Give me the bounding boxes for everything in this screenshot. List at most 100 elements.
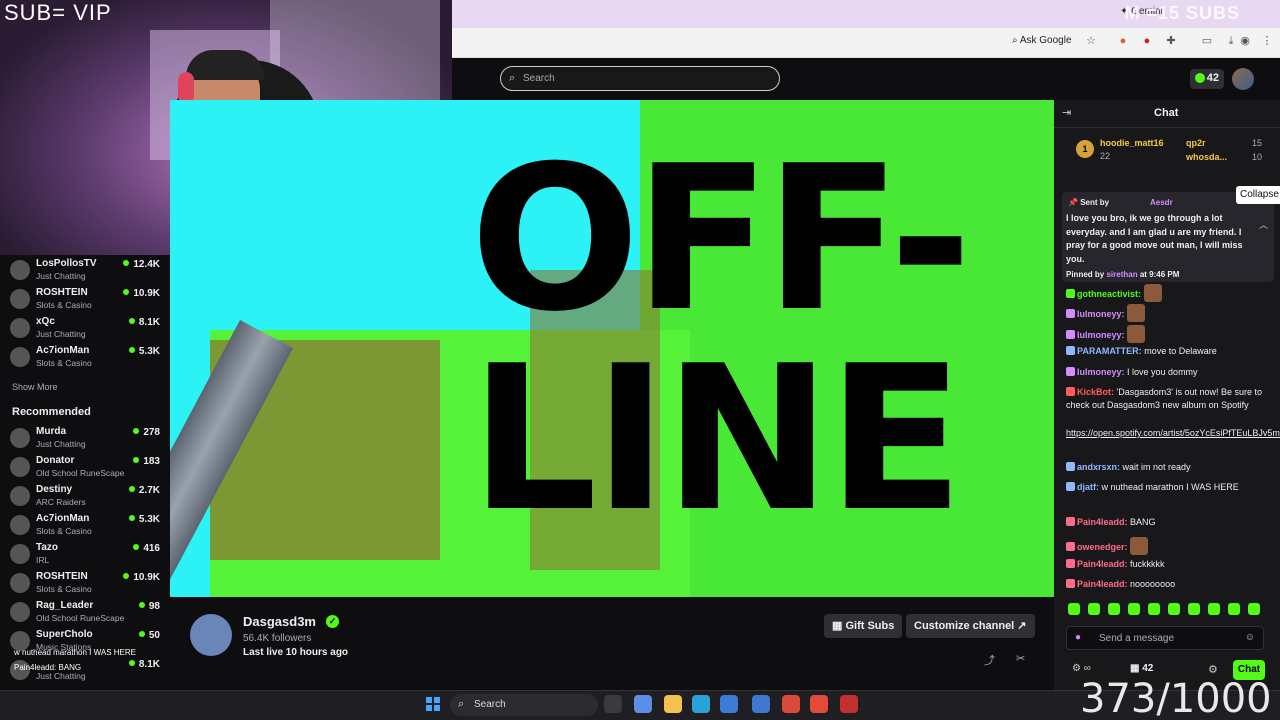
share-icon[interactable]: ⤴	[984, 652, 995, 668]
opera-icon[interactable]: ●	[1140, 34, 1154, 48]
emote-icon[interactable]	[1108, 603, 1120, 615]
sidebar-viewer-count: 12.4K	[123, 259, 160, 270]
points-icon	[1195, 73, 1205, 83]
cast-icon[interactable]: ▭	[1200, 34, 1214, 48]
gift-subs-button[interactable]: ▦ Gift Subs	[824, 614, 903, 638]
pinned-by-label: Pinned by	[1066, 270, 1105, 279]
offline-text: OFF- LINE	[470, 140, 1030, 540]
user-avatar[interactable]	[1232, 68, 1254, 90]
sidebar-channel[interactable]: ROSHTEIN Slots & Casino 10.9K	[10, 571, 162, 599]
chevron-up-icon[interactable]: ︿	[1259, 218, 1268, 231]
chat-username[interactable]: PARAMATTER:	[1077, 346, 1142, 356]
gifter-name[interactable]: whosda...	[1186, 152, 1227, 162]
show-more-link[interactable]: Show More	[12, 382, 58, 392]
chat-username[interactable]: andxrsxn:	[1077, 462, 1120, 472]
sidebar-channel-category: Slots & Casino	[36, 526, 92, 536]
gift-icon: ▦	[832, 620, 846, 632]
chat-tools-icon[interactable]: ⚙ ∞	[1072, 663, 1091, 674]
chrome-icon[interactable]	[782, 695, 800, 713]
search-input[interactable]: ⌕ Search	[500, 66, 780, 91]
chat-username[interactable]: Pain4leadd:	[1077, 517, 1128, 527]
chat-link[interactable]: https://open.spotify.com/artist/5ozYcEsi…	[1066, 428, 1280, 438]
channel-avatar-small	[10, 457, 30, 477]
pinned-by-user[interactable]: sirethan	[1106, 270, 1137, 279]
customize-channel-button[interactable]: Customize channel ↗	[906, 614, 1035, 638]
edge-icon[interactable]	[692, 695, 710, 713]
bookmark-star-icon[interactable]: ☆	[1084, 34, 1098, 48]
chrome-icon[interactable]	[810, 695, 828, 713]
emote-icon[interactable]	[1188, 603, 1200, 615]
gifter-name[interactable]: qp2r	[1186, 138, 1206, 148]
channel-name[interactable]: Dasgasd3m	[243, 614, 316, 629]
pinned-time: at 9:46 PM	[1139, 270, 1180, 279]
mic-icon[interactable]: ●	[1075, 632, 1081, 643]
overlay-chat-line: Pain4leadd: BANG	[14, 663, 82, 672]
sidebar-channel-category: Old School RuneScape	[36, 468, 125, 478]
chat-username[interactable]: lulmoneyy:	[1077, 367, 1125, 377]
emote-icon[interactable]	[1228, 603, 1240, 615]
sidebar-channel[interactable]: LosPollosTV Just Chatting 12.4K	[10, 258, 162, 286]
sidebar-channel[interactable]: Ac7ionMan Slots & Casino 5.3K	[10, 513, 162, 541]
windows-start-icon[interactable]	[426, 697, 440, 711]
emote-icon	[1130, 537, 1149, 555]
sidebar-channel[interactable]: Murda Just Chatting 278	[10, 426, 162, 454]
sidebar-channel[interactable]: xQc Just Chatting 8.1K	[10, 316, 162, 344]
gifter-name[interactable]: hoodie_matt16	[1100, 138, 1164, 148]
sidebar-viewer-count: 50	[139, 630, 160, 641]
chat-message-text: wait im not ready	[1122, 462, 1191, 472]
chat-username[interactable]: gothneactivist:	[1077, 289, 1141, 299]
offline-line-2: LINE	[470, 323, 964, 556]
channel-avatar[interactable]	[190, 614, 232, 656]
clip-icon[interactable]: ✂	[1016, 652, 1025, 665]
emote-icon[interactable]	[1248, 603, 1260, 615]
emote-icon	[1143, 284, 1162, 302]
gear-icon[interactable]: ⚙	[1208, 663, 1218, 676]
chat-input[interactable]: ● Send a message ☺	[1066, 626, 1264, 650]
sidebar-channel-name: LosPollosTV	[36, 258, 97, 269]
taskbar-search[interactable]: ⌕ Search	[450, 694, 598, 716]
sidebar-channel[interactable]: Tazo IRL 416	[10, 542, 162, 570]
channel-avatar-small	[10, 486, 30, 506]
sidebar-channel-category: Old School RuneScape	[36, 613, 125, 623]
sidebar-channel[interactable]: Donator Old School RuneScape 183	[10, 455, 162, 483]
menu-dots-icon[interactable]: ⋮	[1260, 34, 1274, 48]
chat-username[interactable]: Pain4leadd:	[1077, 579, 1128, 589]
sidebar-channel[interactable]: ROSHTEIN Slots & Casino 10.9K	[10, 287, 162, 315]
emote-icon[interactable]	[1068, 603, 1080, 615]
extension-icon[interactable]: ●	[1116, 34, 1130, 48]
sidebar-channel-name: SuperCholo	[36, 629, 93, 640]
sidebar-channel[interactable]: Destiny ARC Raiders 2.7K	[10, 484, 162, 512]
chat-message: Pain4leadd: noooooooo	[1066, 578, 1266, 591]
chat-username[interactable]: djatf:	[1077, 482, 1099, 492]
emote-icon[interactable]	[1088, 603, 1100, 615]
profile-icon[interactable]: ◉	[1238, 34, 1252, 48]
chat-username[interactable]: lulmoneyy:	[1077, 309, 1125, 319]
emote-icon[interactable]	[1128, 603, 1140, 615]
task-view-icon[interactable]	[604, 695, 622, 713]
chat-message: gothneactivist:	[1066, 284, 1266, 302]
sidebar-channel[interactable]: Ac7ionMan Slots & Casino 5.3K	[10, 345, 162, 373]
app-icon[interactable]	[840, 695, 858, 713]
sidebar-channel-category: Just Chatting	[36, 329, 86, 339]
chat-message: PARAMATTER: move to Delaware	[1066, 345, 1266, 358]
widgets-icon[interactable]	[634, 695, 652, 713]
store-icon[interactable]	[720, 695, 738, 713]
pinned-sender[interactable]: Aesdr	[1150, 198, 1173, 207]
chat-username[interactable]: KickBot:	[1077, 387, 1114, 397]
channel-avatar-small	[10, 602, 30, 622]
chat-username[interactable]: Pain4leadd:	[1077, 559, 1128, 569]
sidebar-channel[interactable]: Rag_Leader Old School RuneScape 98	[10, 600, 162, 628]
channel-points-button[interactable]: 42	[1190, 69, 1224, 89]
emote-icon[interactable]	[1168, 603, 1180, 615]
app-icon[interactable]	[752, 695, 770, 713]
download-icon[interactable]: ⤓	[1224, 34, 1238, 48]
ask-google-button[interactable]: ⌕ Ask Google	[1006, 33, 1078, 51]
emote-icon[interactable]	[1208, 603, 1220, 615]
chat-username[interactable]: lulmoneyy:	[1077, 330, 1125, 340]
emoji-icon[interactable]: ☺	[1245, 632, 1255, 643]
collapse-chat-icon[interactable]: ⇥	[1062, 106, 1071, 119]
chat-username[interactable]: owenedger:	[1077, 542, 1128, 552]
file-explorer-icon[interactable]	[664, 695, 682, 713]
emote-icon[interactable]	[1148, 603, 1160, 615]
puzzle-icon[interactable]: ✚	[1164, 34, 1178, 48]
